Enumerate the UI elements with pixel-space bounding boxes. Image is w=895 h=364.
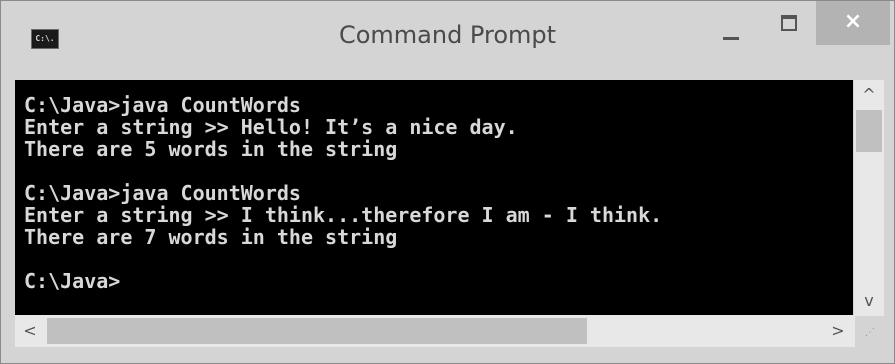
console-prompt-line: C:\Java> [24, 269, 121, 293]
close-icon: × [843, 9, 863, 34]
minimize-button[interactable] [701, 9, 761, 43]
scroll-left-icon[interactable]: < [15, 315, 45, 347]
vertical-scrollbar[interactable]: ^ v [854, 80, 884, 316]
scroll-right-icon[interactable]: > [823, 315, 853, 347]
scroll-down-icon[interactable]: v [854, 286, 884, 316]
console-line: C:\Java>java CountWords [24, 93, 301, 117]
resize-grip-icon[interactable]: ⋰ [857, 319, 883, 347]
console-output[interactable]: C:\Java>java CountWords Enter a string >… [15, 80, 853, 315]
console-line: There are 5 words in the string [24, 137, 398, 161]
console-line: Enter a string >> Hello! It’s a nice day… [24, 115, 518, 139]
command-prompt-window: C:\. Command Prompt × C:\Java>java Count… [0, 0, 895, 364]
close-button[interactable]: × [816, 1, 890, 45]
title-bar[interactable]: C:\. Command Prompt × [1, 1, 894, 81]
vertical-scroll-thumb[interactable] [856, 110, 882, 152]
maximize-button[interactable] [765, 9, 813, 43]
console-line: Enter a string >> I think...therefore I … [24, 203, 663, 227]
scroll-up-icon[interactable]: ^ [854, 80, 884, 110]
console-line: C:\Java>java CountWords [24, 181, 301, 205]
horizontal-scroll-thumb[interactable] [47, 318, 587, 344]
console-text: C:\Java>java CountWords Enter a string >… [24, 94, 662, 292]
console-line: There are 7 words in the string [24, 225, 398, 249]
horizontal-scrollbar[interactable]: < > [15, 315, 855, 347]
